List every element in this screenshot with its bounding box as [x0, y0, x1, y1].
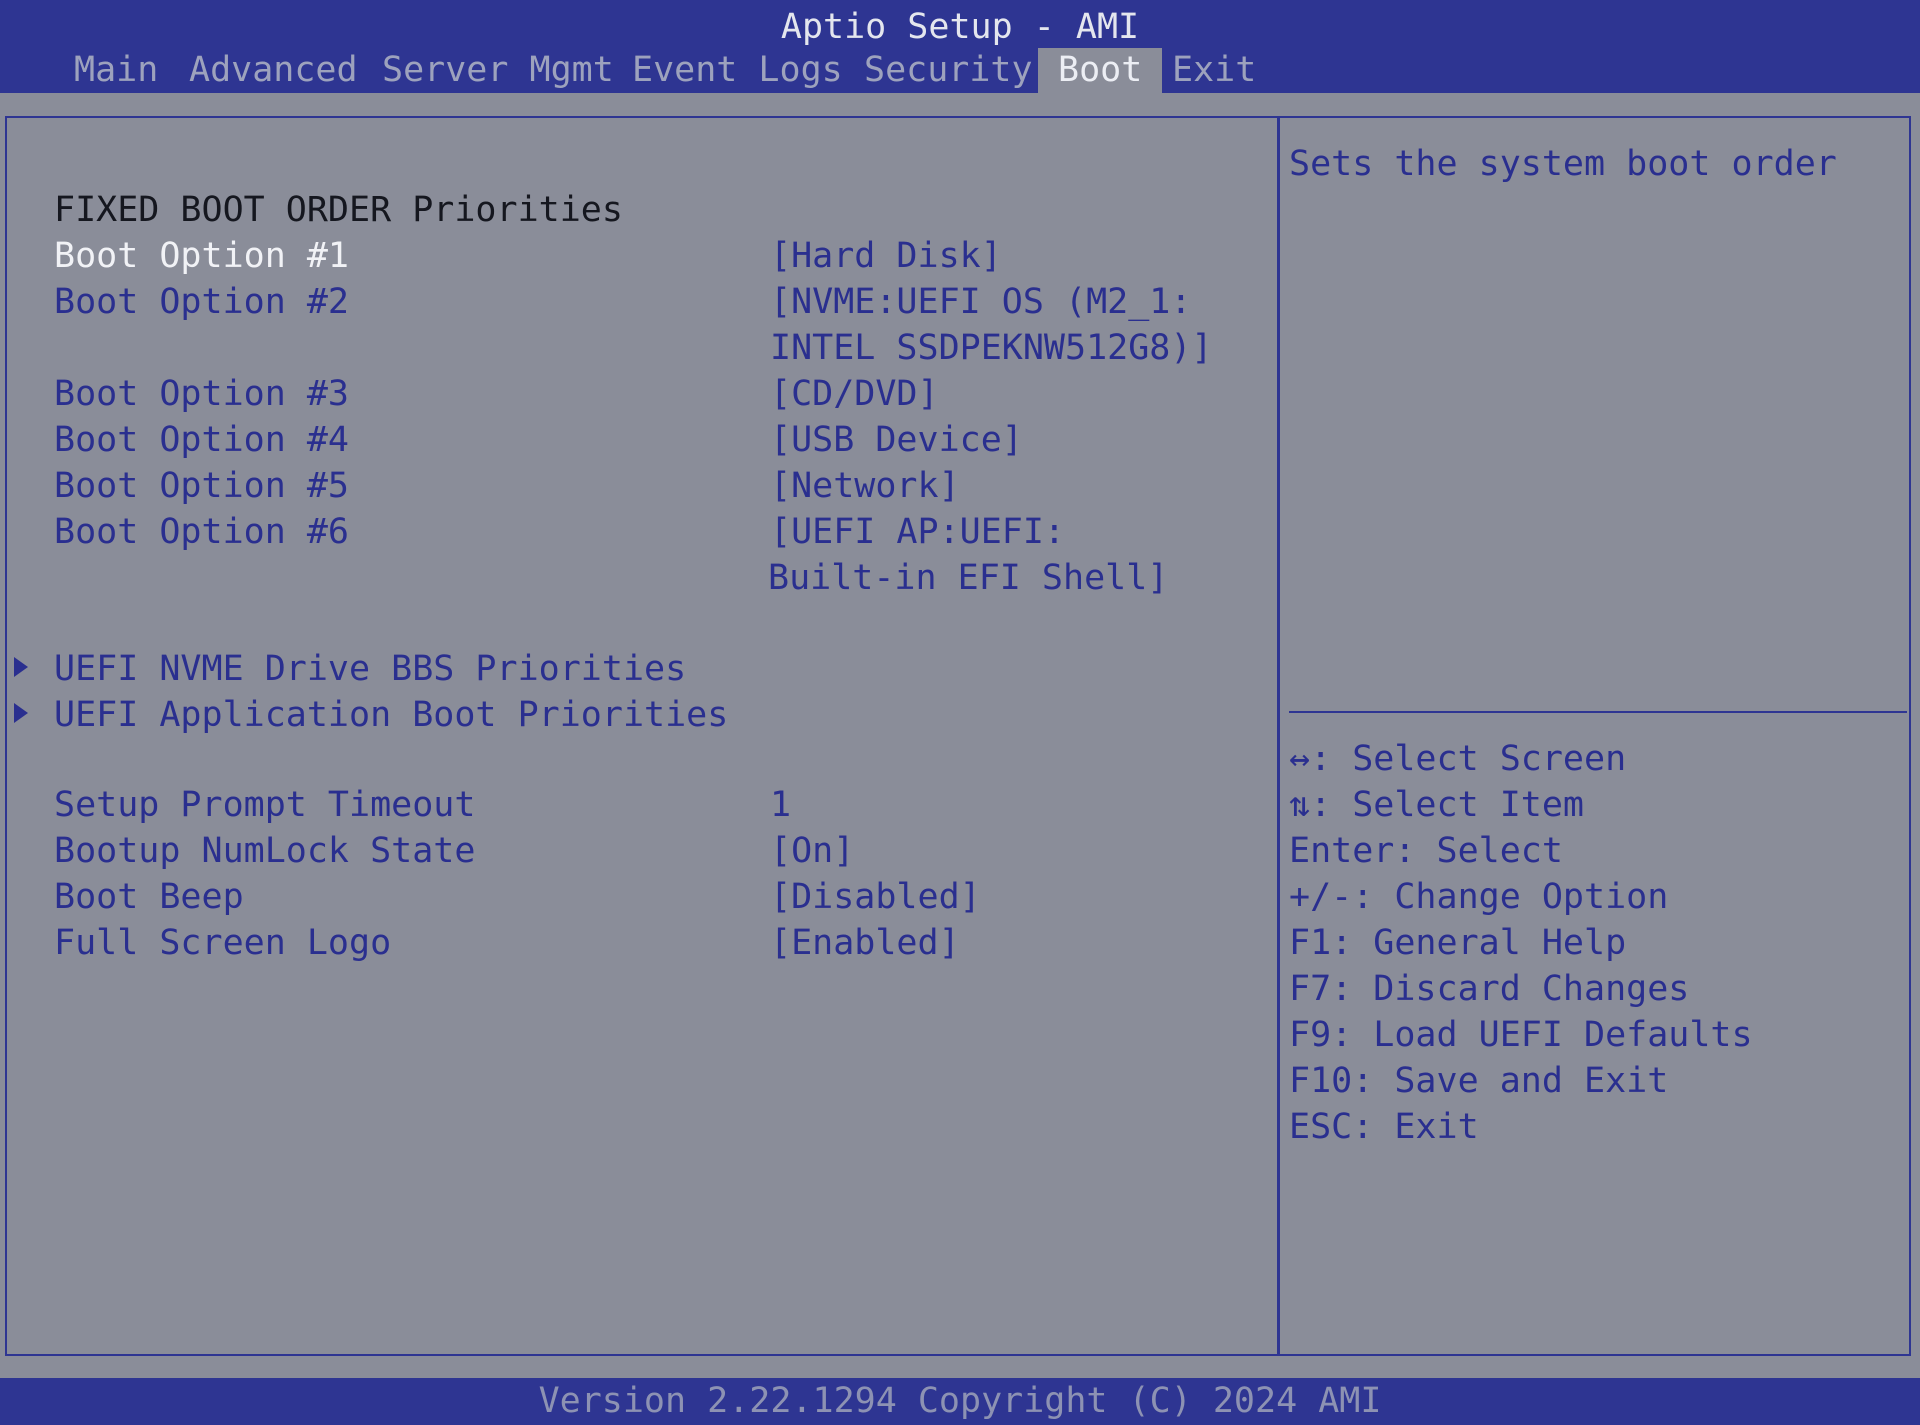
- key-help-exit: ESC: Exit: [1289, 1107, 1479, 1147]
- boot-option-2-value-line-2[interactable]: INTEL SSDPEKNW512G8)]: [770, 326, 1213, 370]
- section-title: FIXED BOOT ORDER Priorities: [54, 190, 623, 230]
- boot-option-1-label[interactable]: Boot Option #1: [54, 234, 349, 278]
- full-screen-logo-value[interactable]: [Enabled]: [770, 921, 960, 965]
- tab-event-logs[interactable]: Event Logs: [632, 48, 843, 93]
- setup-prompt-timeout-value[interactable]: 1: [770, 783, 791, 827]
- boot-option-6-value-line-2[interactable]: Built-in EFI Shell]: [768, 556, 1168, 600]
- key-help-select-item: ⇅: Select Item: [1289, 785, 1585, 825]
- full-screen-logo-label[interactable]: Full Screen Logo: [54, 921, 391, 965]
- boot-option-2-label[interactable]: Boot Option #2: [54, 280, 349, 324]
- top-bar: Aptio Setup - AMI Main Advanced Server M…: [0, 0, 1920, 93]
- boot-option-1-value[interactable]: [Hard Disk]: [770, 234, 1002, 278]
- boot-option-5-value[interactable]: [Network]: [770, 464, 960, 508]
- tab-security[interactable]: Security: [864, 48, 1033, 93]
- key-help-general-help: F1: General Help: [1289, 923, 1627, 963]
- boot-option-3-label[interactable]: Boot Option #3: [54, 372, 349, 416]
- submenu-arrow-icon: [14, 703, 28, 723]
- key-help-save-and-exit: F10: Save and Exit: [1289, 1061, 1669, 1101]
- tab-exit[interactable]: Exit: [1172, 48, 1256, 93]
- bottom-bar: Version 2.22.1294 Copyright (C) 2024 AMI: [0, 1378, 1920, 1425]
- setup-prompt-timeout-label[interactable]: Setup Prompt Timeout: [54, 783, 475, 827]
- submenu-uefi-nvme-drive-bbs-priorities[interactable]: UEFI NVME Drive BBS Priorities: [54, 647, 686, 691]
- bootup-numlock-state-value[interactable]: [On]: [770, 829, 854, 873]
- boot-option-5-label[interactable]: Boot Option #5: [54, 464, 349, 508]
- key-help-select-screen: ↔: Select Screen: [1289, 739, 1627, 779]
- help-description: Sets the system boot order: [1289, 144, 1837, 184]
- tab-boot[interactable]: Boot: [1038, 48, 1163, 93]
- app-title: Aptio Setup - AMI: [780, 7, 1140, 47]
- submenu-arrow-icon: [14, 657, 28, 677]
- boot-option-4-label[interactable]: Boot Option #4: [54, 418, 349, 462]
- boot-beep-label[interactable]: Boot Beep: [54, 875, 244, 919]
- key-help-change-option: +/-: Change Option: [1289, 877, 1669, 917]
- help-divider: [1289, 711, 1907, 713]
- bootup-numlock-state-label[interactable]: Bootup NumLock State: [54, 829, 475, 873]
- tab-advanced[interactable]: Advanced: [189, 48, 358, 93]
- panel-divider: [1277, 116, 1280, 1356]
- boot-beep-value[interactable]: [Disabled]: [770, 875, 981, 919]
- boot-option-4-value[interactable]: [USB Device]: [770, 418, 1023, 462]
- boot-option-6-label[interactable]: Boot Option #6: [54, 510, 349, 554]
- tab-bar: Main Advanced Server Mgmt Event Logs Sec…: [0, 48, 1920, 93]
- boot-option-2-value-line-1[interactable]: [NVME:UEFI OS (M2_1:: [770, 280, 1191, 324]
- tab-main[interactable]: Main: [74, 48, 158, 93]
- key-help-discard-changes: F7: Discard Changes: [1289, 969, 1690, 1009]
- key-help-load-defaults: F9: Load UEFI Defaults: [1289, 1015, 1753, 1055]
- key-help-enter: Enter: Select: [1289, 831, 1563, 871]
- version-text: Version 2.22.1294 Copyright (C) 2024 AMI: [538, 1381, 1382, 1421]
- submenu-uefi-application-boot-priorities[interactable]: UEFI Application Boot Priorities: [54, 693, 728, 737]
- boot-option-3-value[interactable]: [CD/DVD]: [770, 372, 939, 416]
- boot-option-6-value-line-1[interactable]: [UEFI AP:UEFI:: [770, 510, 1065, 554]
- tab-server-mgmt[interactable]: Server Mgmt: [382, 48, 614, 93]
